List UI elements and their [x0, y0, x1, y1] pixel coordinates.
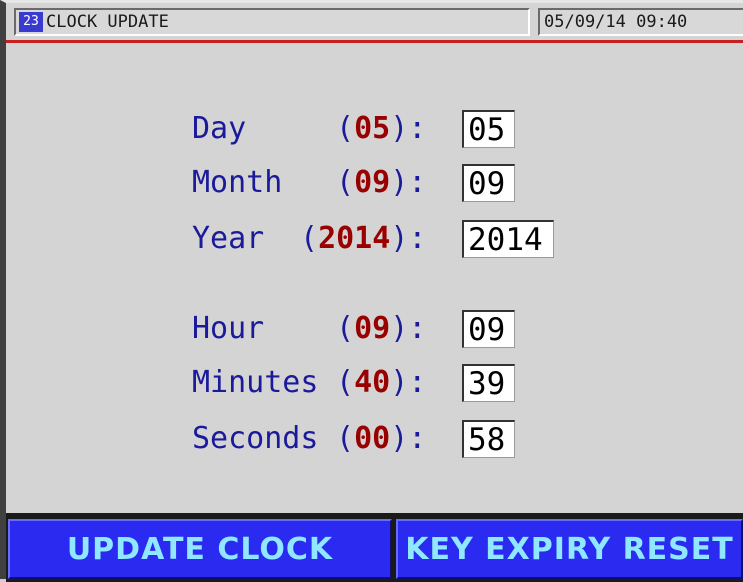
clock-update-screen: 23 CLOCK UPDATE 05/09/14 09:40 Day (05):…: [0, 0, 743, 582]
current-day: 05: [354, 111, 391, 146]
field-row-hour: Hour (09):: [6, 307, 743, 351]
hour-input[interactable]: [462, 310, 515, 348]
title-divider: [6, 40, 743, 43]
field-label-month: Month: [192, 165, 283, 200]
field-row-month: Month (09):: [6, 161, 743, 205]
current-value-hour: (09):: [336, 311, 427, 346]
screen-number-badge: 23: [19, 12, 43, 32]
field-label-hour: Hour: [192, 311, 265, 346]
update-clock-button[interactable]: UPDATE CLOCK: [8, 519, 392, 579]
month-input[interactable]: [462, 164, 515, 202]
field-label-seconds: Seconds: [192, 421, 319, 456]
current-minutes: 40: [354, 365, 391, 400]
field-row-year: Year (2014):: [6, 217, 743, 261]
day-input[interactable]: [462, 110, 515, 148]
year-input[interactable]: [462, 220, 554, 258]
field-label-minutes: Minutes: [192, 365, 319, 400]
current-seconds: 00: [354, 421, 391, 456]
softkey-bar: UPDATE CLOCK KEY EXPIRY RESET: [6, 513, 743, 582]
field-row-day: Day (05):: [6, 107, 743, 151]
title-panel: 23 CLOCK UPDATE: [14, 8, 530, 36]
field-label-year: Year: [192, 221, 265, 256]
page-title: CLOCK UPDATE: [46, 12, 169, 32]
current-value-year: (2014):: [300, 221, 427, 256]
current-year: 2014: [318, 221, 391, 256]
current-value-seconds: (00):: [336, 421, 427, 456]
key-expiry-reset-button[interactable]: KEY EXPIRY RESET: [396, 519, 743, 579]
title-bar: 23 CLOCK UPDATE 05/09/14 09:40: [6, 6, 743, 40]
field-label-day: Day: [192, 111, 247, 146]
current-value-minutes: (40):: [336, 365, 427, 400]
current-month: 09: [354, 165, 391, 200]
field-row-minutes: Minutes (40):: [6, 361, 743, 405]
datetime-display: 05/09/14 09:40: [538, 8, 743, 36]
seconds-input[interactable]: [462, 420, 515, 458]
current-hour: 09: [354, 311, 391, 346]
current-value-month: (09):: [336, 165, 427, 200]
current-value-day: (05):: [336, 111, 427, 146]
minutes-input[interactable]: [462, 364, 515, 402]
field-row-seconds: Seconds (00):: [6, 417, 743, 461]
